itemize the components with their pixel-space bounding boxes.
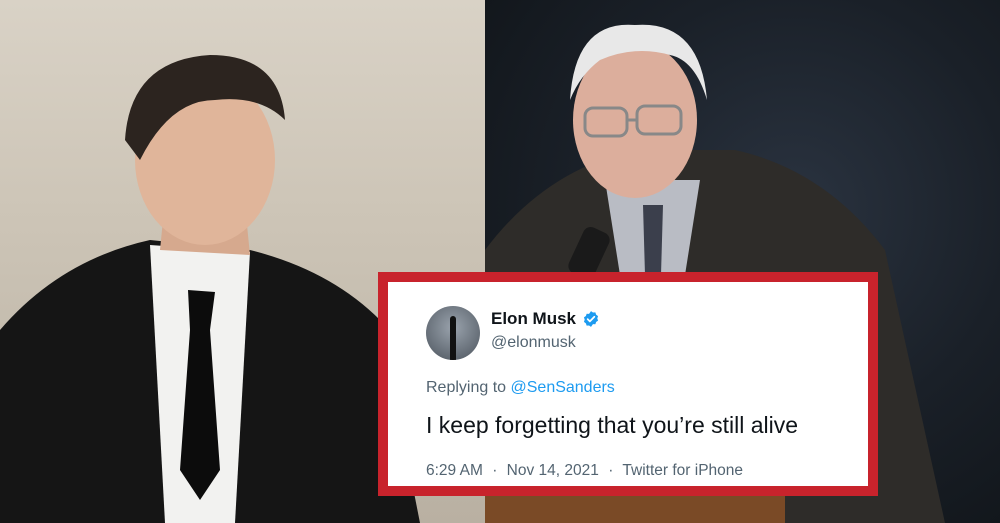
tweet-date[interactable]: Nov 14, 2021 [507, 462, 599, 479]
reply-context: Replying to @SenSanders [426, 379, 615, 397]
avatar-image [450, 316, 456, 360]
tweet-text: I keep forgetting that you’re still aliv… [426, 412, 799, 438]
meta-separator: · [608, 462, 614, 479]
tweet-card: Elon Musk @elonmusk Replying to @SenSand… [388, 282, 868, 486]
tweet-author: Elon Musk [491, 309, 600, 329]
avatar[interactable] [426, 306, 480, 360]
verified-badge-icon [583, 311, 599, 327]
reply-prefix: Replying to [426, 379, 507, 396]
reply-mention-link[interactable]: @SenSanders [511, 379, 615, 396]
tweet-metadata: 6:29 AM · Nov 14, 2021 · Twitter for iPh… [426, 462, 743, 480]
tweet-frame: Elon Musk @elonmusk Replying to @SenSand… [378, 272, 878, 496]
meta-separator: · [492, 462, 498, 479]
tweet-time[interactable]: 6:29 AM [426, 462, 483, 479]
user-handle[interactable]: @elonmusk [491, 334, 576, 352]
display-name[interactable]: Elon Musk [491, 309, 576, 329]
tweet-source[interactable]: Twitter for iPhone [622, 462, 743, 479]
